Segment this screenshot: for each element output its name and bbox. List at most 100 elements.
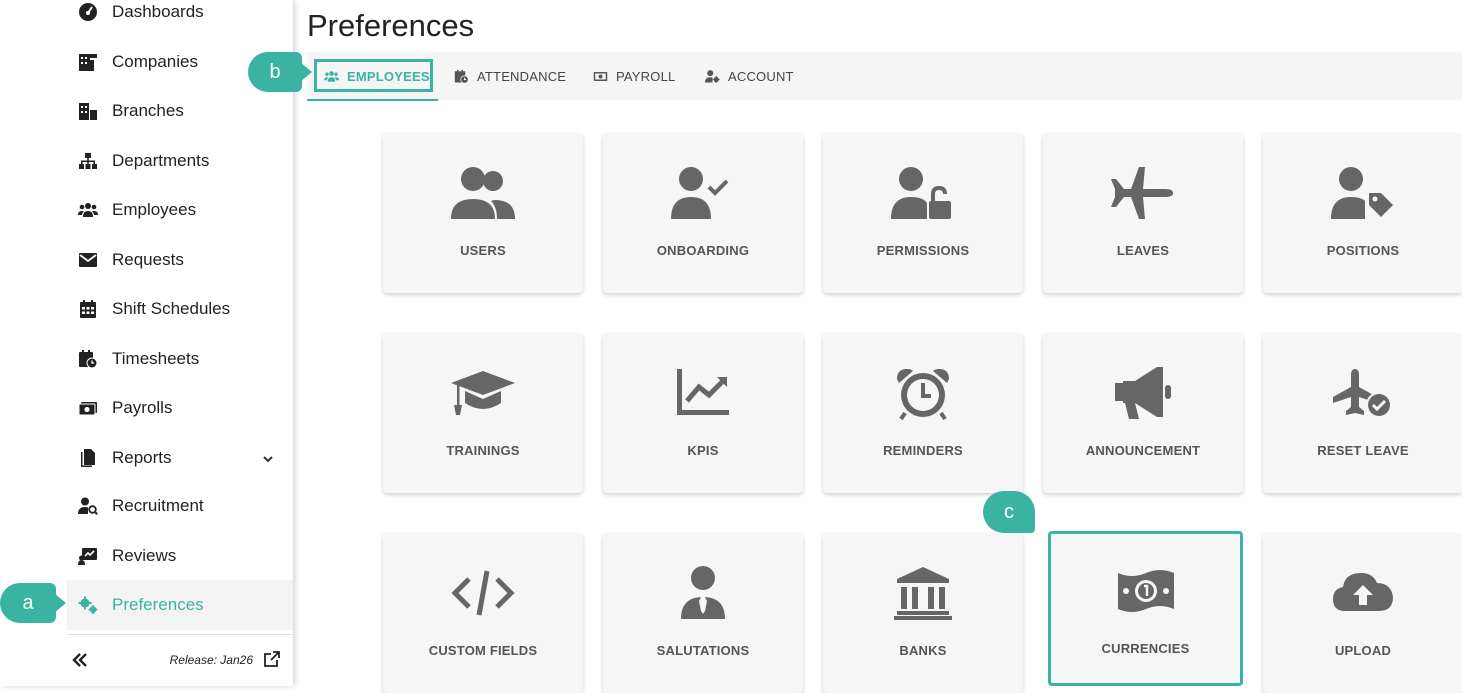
sidebar-item-label: Departments bbox=[112, 151, 210, 170]
sidebar-item-branches[interactable]: Branches bbox=[67, 86, 293, 136]
card-label: USERS bbox=[460, 243, 506, 258]
tab-label: ACCOUNT bbox=[728, 68, 794, 84]
card-label: BANKS bbox=[899, 643, 947, 658]
cloud-upload-icon bbox=[1330, 563, 1396, 623]
users-icon bbox=[77, 199, 99, 221]
card-label: CURRENCIES bbox=[1101, 641, 1190, 656]
callout-a: a bbox=[0, 583, 56, 623]
chart-board-icon bbox=[77, 545, 99, 567]
card-label: UPLOAD bbox=[1334, 643, 1392, 658]
sidebar-item-label: Timesheets bbox=[112, 349, 200, 368]
gauge-icon bbox=[77, 1, 99, 23]
tab-bar: EMPLOYEES ATTENDANCE PAYROLL ACCOUNT bbox=[307, 52, 1462, 101]
sidebar-item-payrolls[interactable]: Payrolls bbox=[67, 383, 293, 433]
card-salutations[interactable]: SALUTATIONS bbox=[603, 533, 803, 693]
card-label: REMINDERS bbox=[883, 443, 963, 458]
tab-highlight bbox=[314, 59, 433, 92]
calendar-clock-icon bbox=[77, 348, 99, 370]
card-upload[interactable]: UPLOAD bbox=[1263, 533, 1462, 693]
card-reset-leave[interactable]: RESET LEAVE bbox=[1263, 333, 1462, 493]
card-custom-fields[interactable]: CUSTOM FIELDS bbox=[383, 533, 583, 693]
money-icon bbox=[77, 397, 99, 419]
card-trainings[interactable]: TRAININGS bbox=[383, 333, 583, 493]
sidebar-item-label: Requests bbox=[112, 250, 184, 269]
calendar-clock-icon bbox=[453, 68, 471, 84]
user-tag-icon bbox=[1330, 163, 1396, 223]
tab-active-indicator bbox=[307, 99, 438, 101]
external-link-icon[interactable] bbox=[263, 650, 281, 668]
card-kpis[interactable]: KPIS bbox=[603, 333, 803, 493]
sidebar-item-label: Branches bbox=[112, 101, 184, 120]
money-icon bbox=[592, 68, 610, 84]
callout-c: c bbox=[983, 491, 1035, 533]
callout-b: b bbox=[248, 52, 302, 92]
card-announcement[interactable]: ANNOUNCEMENT bbox=[1043, 333, 1243, 493]
card-label: ANNOUNCEMENT bbox=[1085, 443, 1201, 458]
sidebar-item-label: Reviews bbox=[112, 546, 177, 565]
card-reminders[interactable]: REMINDERS bbox=[823, 333, 1023, 493]
tab-attendance[interactable]: ATTENDANCE bbox=[453, 52, 566, 100]
card-onboarding[interactable]: ONBOARDING bbox=[603, 133, 803, 293]
chart-line-icon bbox=[670, 363, 736, 423]
sidebar-item-employees[interactable]: Employees bbox=[67, 185, 293, 235]
card-permissions[interactable]: PERMISSIONS bbox=[823, 133, 1023, 293]
user-search-icon bbox=[77, 495, 99, 517]
release-label: Release: Jan26 bbox=[169, 653, 253, 667]
tab-label: PAYROLL bbox=[616, 68, 676, 84]
cogs-icon bbox=[77, 594, 99, 616]
card-positions[interactable]: POSITIONS bbox=[1263, 133, 1462, 293]
tab-label: ATTENDANCE bbox=[477, 68, 567, 84]
card-users[interactable]: USERS bbox=[383, 133, 583, 293]
card-banks[interactable]: BANKS bbox=[823, 533, 1023, 693]
money-bill-icon bbox=[1113, 561, 1179, 621]
card-label: CUSTOM FIELDS bbox=[428, 643, 538, 658]
sidebar-item-shift-schedules[interactable]: Shift Schedules bbox=[67, 284, 293, 334]
sidebar-item-label: Employees bbox=[112, 200, 197, 219]
card-label: TRAININGS bbox=[446, 443, 520, 458]
tab-payroll[interactable]: PAYROLL bbox=[592, 52, 675, 100]
plane-icon bbox=[1110, 163, 1176, 223]
sidebar-item-reports[interactable]: Reports bbox=[67, 433, 293, 483]
page-title: Preferences bbox=[307, 8, 475, 43]
card-label: POSITIONS bbox=[1326, 243, 1400, 258]
card-label: ONBOARDING bbox=[656, 243, 750, 258]
card-label: PERMISSIONS bbox=[876, 243, 970, 258]
user-check-icon bbox=[670, 163, 736, 223]
sidebar-item-label: Preferences bbox=[112, 595, 204, 614]
collapse-sidebar-icon[interactable] bbox=[67, 647, 93, 673]
building-icon bbox=[77, 51, 99, 73]
sidebar-item-requests[interactable]: Requests bbox=[67, 235, 293, 285]
alarm-clock-icon bbox=[890, 363, 956, 423]
card-label: SALUTATIONS bbox=[656, 643, 750, 658]
sidebar-item-label: Dashboards bbox=[112, 2, 204, 21]
chevron-down-icon[interactable] bbox=[261, 451, 275, 465]
users-icon bbox=[450, 163, 516, 223]
plane-check-icon bbox=[1330, 363, 1396, 423]
sidebar-item-departments[interactable]: Departments bbox=[67, 136, 293, 186]
card-label: KPIS bbox=[687, 443, 719, 458]
sidebar-item-label: Companies bbox=[112, 52, 198, 71]
user-tie-icon bbox=[670, 563, 736, 623]
sidebar-footer: Release: Jan26 bbox=[67, 634, 293, 686]
code-icon bbox=[450, 563, 516, 623]
sidebar-item-label: Payrolls bbox=[112, 398, 173, 417]
graduation-cap-icon bbox=[450, 363, 516, 423]
card-label: LEAVES bbox=[1116, 243, 1170, 258]
bank-icon bbox=[890, 563, 956, 623]
sidebar-item-label: Shift Schedules bbox=[112, 299, 231, 318]
tab-account[interactable]: ACCOUNT bbox=[704, 52, 794, 100]
card-leaves[interactable]: LEAVES bbox=[1043, 133, 1243, 293]
sidebar-item-dashboards[interactable]: Dashboards bbox=[67, 0, 293, 37]
card-currencies[interactable]: CURRENCIES bbox=[1048, 531, 1243, 686]
sidebar-item-label: Recruitment bbox=[112, 496, 204, 515]
file-icon bbox=[77, 447, 99, 469]
sidebar-item-label: Reports bbox=[112, 448, 172, 467]
sidebar-item-timesheets[interactable]: Timesheets bbox=[67, 334, 293, 384]
card-label: RESET LEAVE bbox=[1317, 443, 1409, 458]
sidebar-item-recruitment[interactable]: Recruitment bbox=[67, 481, 293, 531]
sidebar-item-preferences[interactable]: Preferences bbox=[67, 580, 293, 630]
bullhorn-icon bbox=[1110, 363, 1176, 423]
sidebar-item-reviews[interactable]: Reviews bbox=[67, 531, 293, 581]
calendar-icon bbox=[77, 298, 99, 320]
user-cog-icon bbox=[704, 68, 722, 84]
